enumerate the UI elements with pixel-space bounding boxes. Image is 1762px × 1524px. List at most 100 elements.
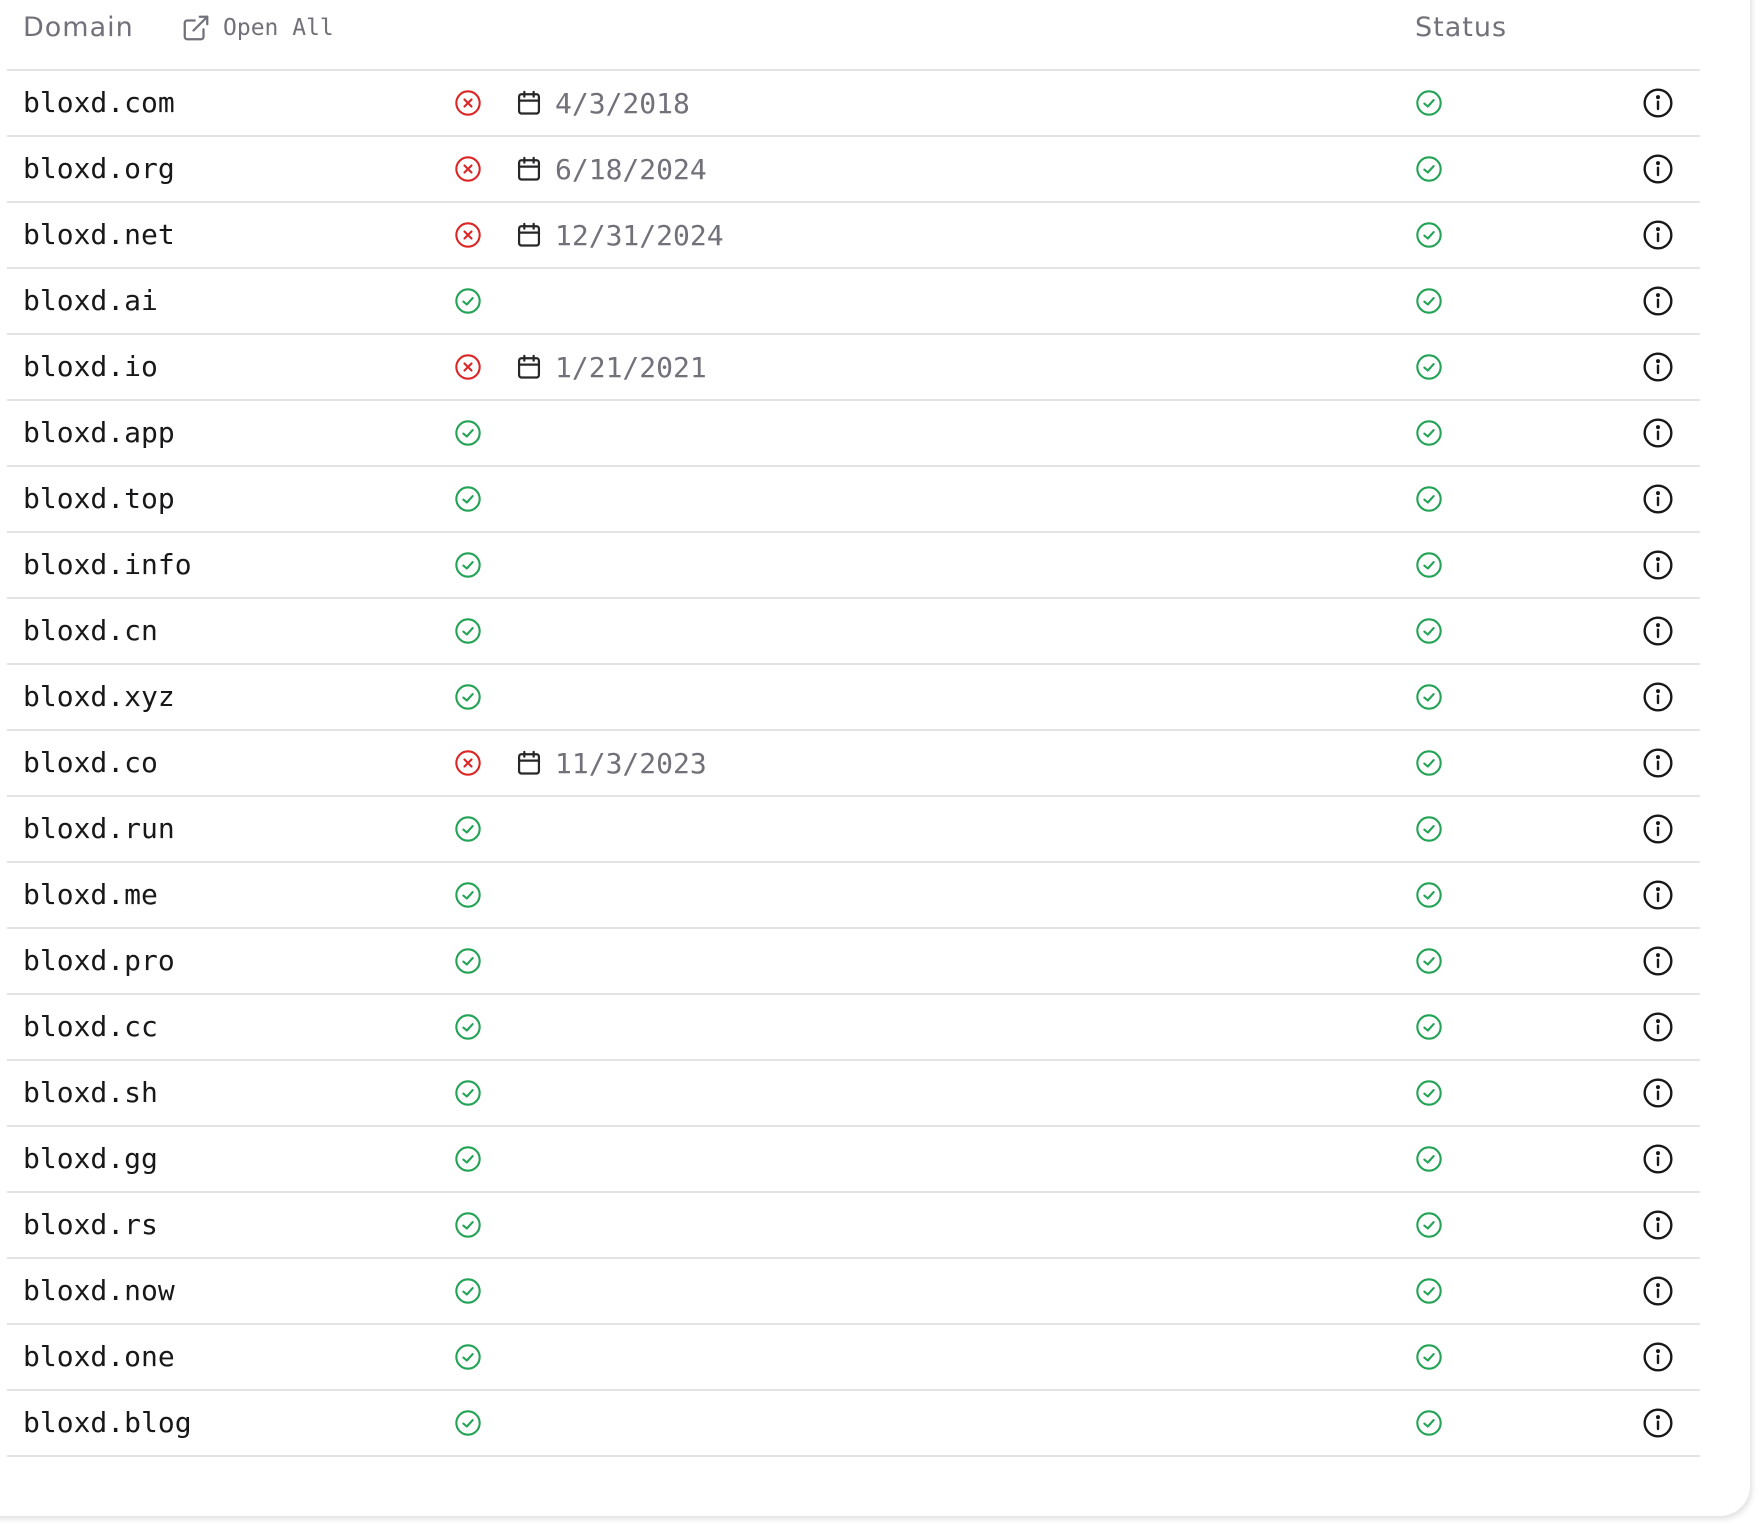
table-row: bloxd.cn — [7, 599, 1700, 665]
info-icon[interactable] — [1642, 879, 1674, 911]
table-row: bloxd.org 6/18/2024 — [7, 137, 1700, 203]
registration-date: 4/3/2018 — [515, 71, 690, 135]
date-text: 12/31/2024 — [555, 218, 724, 252]
domain-name: bloxd.one — [23, 1340, 175, 1373]
table-row: bloxd.one — [7, 1325, 1700, 1391]
date-text: 11/3/2023 — [555, 746, 707, 780]
available-check-icon — [454, 419, 482, 447]
status-check-icon — [1415, 881, 1443, 909]
available-check-icon — [454, 1277, 482, 1305]
info-icon[interactable] — [1642, 1407, 1674, 1439]
taken-x-icon — [454, 749, 482, 777]
table-row: bloxd.pro — [7, 929, 1700, 995]
status-check-icon — [1415, 1013, 1443, 1041]
domain-name: bloxd.pro — [23, 944, 175, 977]
registration-date: 6/18/2024 — [515, 137, 707, 201]
info-icon[interactable] — [1642, 1341, 1674, 1373]
table-row: bloxd.info — [7, 533, 1700, 599]
status-check-icon — [1415, 815, 1443, 843]
domain-name: bloxd.run — [23, 812, 175, 845]
domain-name: bloxd.cc — [23, 1010, 158, 1043]
info-icon[interactable] — [1642, 1275, 1674, 1307]
table-row: bloxd.app — [7, 401, 1700, 467]
open-all-button[interactable]: Open All — [181, 12, 334, 44]
table-row: bloxd.com 4/3/2018 — [7, 71, 1700, 137]
status-check-icon — [1415, 221, 1443, 249]
info-icon[interactable] — [1642, 1011, 1674, 1043]
status-check-icon — [1415, 947, 1443, 975]
info-icon[interactable] — [1642, 1143, 1674, 1175]
open-all-label: Open All — [223, 15, 334, 41]
status-check-icon — [1415, 1277, 1443, 1305]
taken-x-icon — [454, 89, 482, 117]
info-icon[interactable] — [1642, 417, 1674, 449]
available-check-icon — [454, 1079, 482, 1107]
table-row: bloxd.run — [7, 797, 1700, 863]
domain-name: bloxd.io — [23, 350, 158, 383]
available-check-icon — [454, 1409, 482, 1437]
registration-date: 11/3/2023 — [515, 731, 707, 795]
table-body: bloxd.com 4/3/2018 bloxd.org 6/18/2024 b… — [7, 71, 1700, 1457]
info-icon[interactable] — [1642, 681, 1674, 713]
column-header-status: Status — [1415, 12, 1508, 43]
info-icon[interactable] — [1642, 747, 1674, 779]
taken-x-icon — [454, 155, 482, 183]
table-row: bloxd.gg — [7, 1127, 1700, 1193]
domain-name: bloxd.net — [23, 218, 175, 251]
status-check-icon — [1415, 749, 1443, 777]
date-text: 6/18/2024 — [555, 152, 707, 186]
domain-name: bloxd.info — [23, 548, 192, 581]
status-check-icon — [1415, 1409, 1443, 1437]
available-check-icon — [454, 1343, 482, 1371]
info-icon[interactable] — [1642, 483, 1674, 515]
info-icon[interactable] — [1642, 351, 1674, 383]
table-row: bloxd.me — [7, 863, 1700, 929]
status-check-icon — [1415, 1343, 1443, 1371]
domain-name: bloxd.rs — [23, 1208, 158, 1241]
available-check-icon — [454, 551, 482, 579]
info-icon[interactable] — [1642, 219, 1674, 251]
domain-name: bloxd.sh — [23, 1076, 158, 1109]
registration-date: 12/31/2024 — [515, 203, 724, 267]
info-icon[interactable] — [1642, 153, 1674, 185]
info-icon[interactable] — [1642, 285, 1674, 317]
available-check-icon — [454, 881, 482, 909]
calendar-icon — [515, 89, 543, 117]
domain-name: bloxd.xyz — [23, 680, 175, 713]
domain-name: bloxd.org — [23, 152, 175, 185]
available-check-icon — [454, 1013, 482, 1041]
status-check-icon — [1415, 287, 1443, 315]
domain-name: bloxd.now — [23, 1274, 175, 1307]
available-check-icon — [454, 683, 482, 711]
domain-name: bloxd.app — [23, 416, 175, 449]
info-icon[interactable] — [1642, 615, 1674, 647]
domain-name: bloxd.com — [23, 86, 175, 119]
info-icon[interactable] — [1642, 813, 1674, 845]
date-text: 4/3/2018 — [555, 86, 690, 120]
available-check-icon — [454, 947, 482, 975]
info-icon[interactable] — [1642, 1209, 1674, 1241]
info-icon[interactable] — [1642, 87, 1674, 119]
info-icon[interactable] — [1642, 1077, 1674, 1109]
taken-x-icon — [454, 353, 482, 381]
calendar-icon — [515, 155, 543, 183]
table-row: bloxd.top — [7, 467, 1700, 533]
info-icon[interactable] — [1642, 945, 1674, 977]
domain-table: Domain Open All Status bloxd.com 4/3/201… — [7, 0, 1700, 1457]
table-row: bloxd.sh — [7, 1061, 1700, 1127]
domain-name: bloxd.me — [23, 878, 158, 911]
column-header-domain: Domain — [23, 12, 134, 43]
table-row: bloxd.cc — [7, 995, 1700, 1061]
domain-name: bloxd.cn — [23, 614, 158, 647]
registration-date: 1/21/2021 — [515, 335, 707, 399]
info-icon[interactable] — [1642, 549, 1674, 581]
status-check-icon — [1415, 1211, 1443, 1239]
date-text: 1/21/2021 — [555, 350, 707, 384]
status-check-icon — [1415, 617, 1443, 645]
status-check-icon — [1415, 1079, 1443, 1107]
table-row: bloxd.now — [7, 1259, 1700, 1325]
status-check-icon — [1415, 155, 1443, 183]
available-check-icon — [454, 287, 482, 315]
domain-name: bloxd.blog — [23, 1406, 192, 1439]
status-check-icon — [1415, 485, 1443, 513]
